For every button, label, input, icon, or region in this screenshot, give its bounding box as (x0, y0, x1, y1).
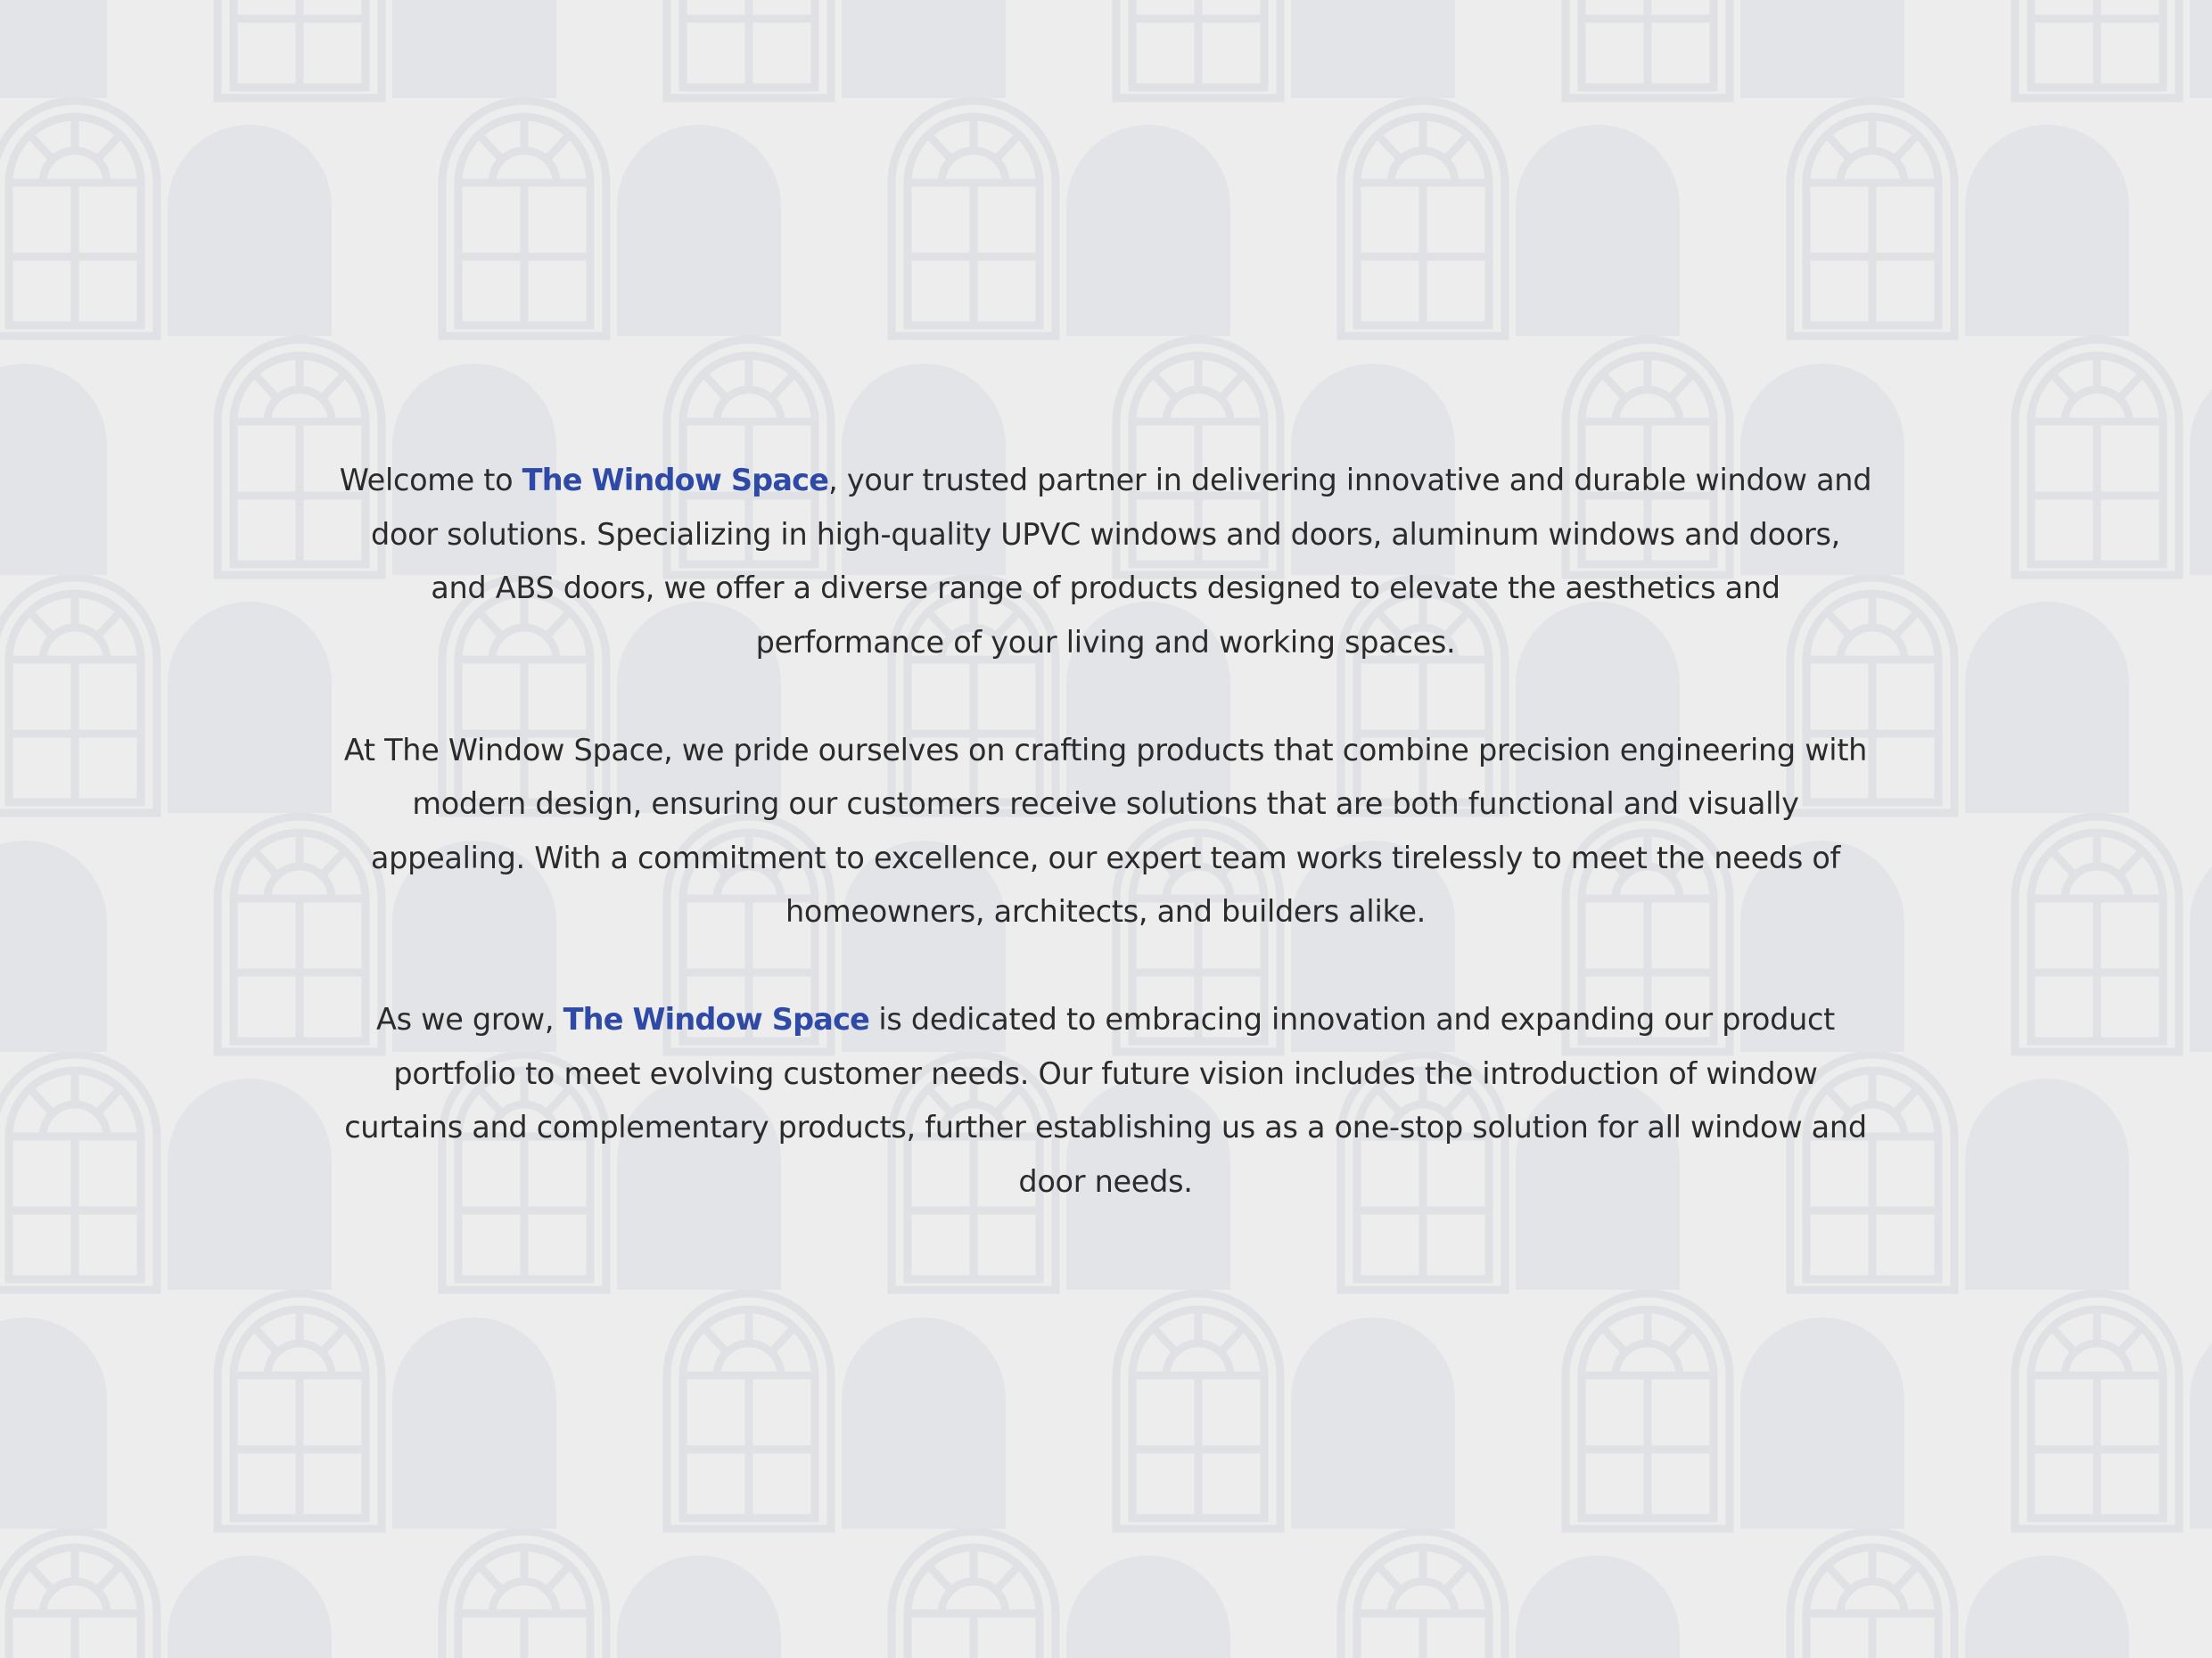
brand-name: The Window Space (563, 1002, 870, 1037)
about-text-block: Welcome to The Window Space, your truste… (339, 454, 1872, 1263)
intro-text-start: Welcome to (339, 463, 522, 497)
vision-paragraph: As we grow, The Window Space is dedicate… (339, 993, 1872, 1209)
mission-paragraph: At The Window Space, we pride ourselves … (343, 732, 1868, 930)
intro-paragraph: Welcome to The Window Space, your truste… (339, 454, 1872, 669)
page: { "brand_color": "#2E4AA6", "text_color"… (0, 0, 2212, 1658)
brand-name: The Window Space (522, 463, 829, 497)
vision-text-start: As we grow, (376, 1002, 563, 1037)
